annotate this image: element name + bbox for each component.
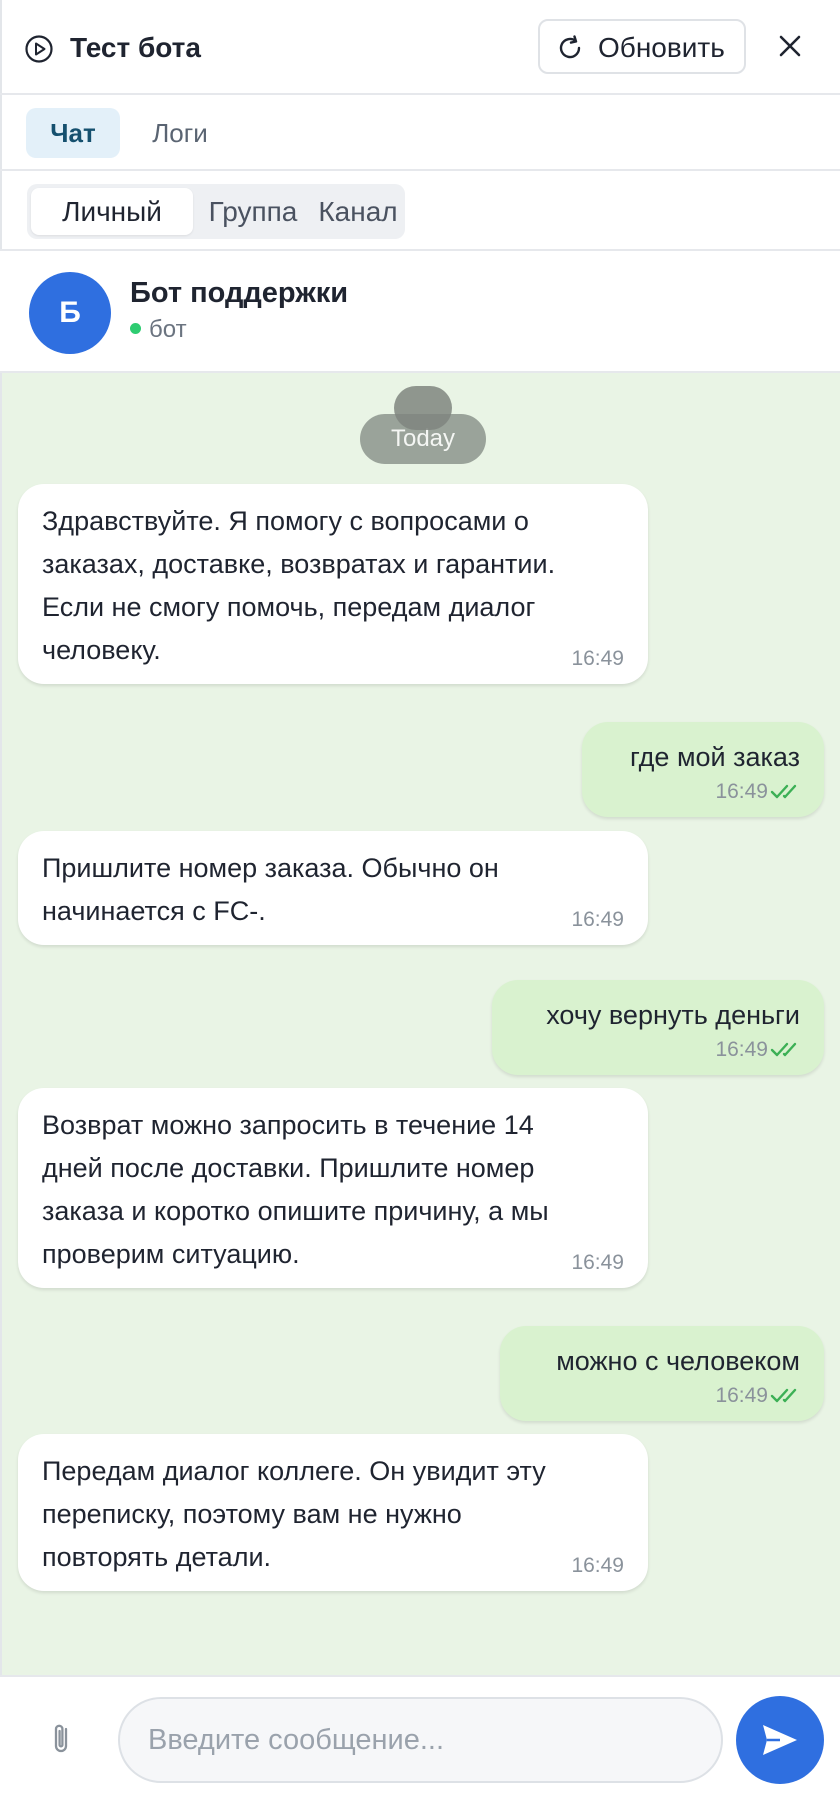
message-time: 16:49: [715, 1384, 768, 1407]
message-text: где мой заказ: [630, 742, 800, 772]
online-status-dot: [130, 323, 141, 334]
chat-type-bar: Личный Группа Канал: [0, 171, 840, 251]
chat-type-segmented-control: Личный Группа Канал: [27, 184, 405, 239]
send-icon: [763, 1725, 797, 1755]
message-incoming: Здравствуйте. Я помогу с вопросами о зак…: [18, 484, 648, 684]
refresh-button-label: Обновить: [598, 32, 725, 63]
contact-name: Бот поддержки: [130, 277, 349, 309]
double-check-icon: [770, 784, 797, 799]
refresh-icon: [559, 35, 581, 59]
paperclip-icon[interactable]: [46, 1721, 78, 1757]
tab-logs[interactable]: Логи: [138, 108, 222, 158]
message-time: 16:49: [715, 780, 768, 803]
double-check-icon: [770, 1388, 797, 1403]
message-incoming: Пришлите номер заказа. Обычно он начинае…: [18, 831, 648, 945]
segment-group[interactable]: Группа: [197, 188, 309, 235]
double-check-icon: [770, 1042, 797, 1057]
message-text: хочу вернуть деньги: [546, 1000, 800, 1030]
message-input[interactable]: [118, 1697, 723, 1783]
message-text: Пришлите номер заказа. Обычно он начинае…: [42, 853, 499, 926]
message-outgoing: можно с человеком 16:49: [500, 1326, 824, 1421]
avatar: Б: [29, 272, 111, 354]
message-outgoing: где мой заказ 16:49: [582, 722, 824, 817]
send-button[interactable]: [736, 1696, 824, 1784]
message-text: Здравствуйте. Я помогу с вопросами о зак…: [42, 506, 556, 665]
message-time: 16:49: [571, 647, 624, 670]
message-incoming: Возврат можно запросить в течение 14 дне…: [18, 1088, 648, 1288]
close-icon[interactable]: [774, 30, 806, 62]
message-time: 16:49: [571, 1251, 624, 1274]
date-separator-overlay: [394, 386, 452, 430]
play-circle-icon: [25, 35, 53, 63]
message-text: Возврат можно запросить в течение 14 дне…: [42, 1110, 549, 1269]
tab-chat[interactable]: Чат: [26, 108, 120, 158]
view-tabs: Чат Логи: [0, 95, 840, 171]
message-time: 16:49: [571, 908, 624, 931]
panel-title: Тест бота: [70, 32, 201, 63]
refresh-button[interactable]: Обновить: [538, 19, 746, 74]
message-composer: [0, 1675, 840, 1798]
chat-contact-header: Б Бот поддержки бот: [0, 251, 840, 373]
message-text: можно с человеком: [556, 1346, 800, 1376]
segment-channel[interactable]: Канал: [313, 188, 403, 235]
contact-status: бот: [130, 315, 187, 345]
message-outgoing: хочу вернуть деньги 16:49: [492, 980, 824, 1075]
chat-messages-area[interactable]: Today Здравствуйте. Я помогу с вопросами…: [2, 373, 840, 1675]
bot-test-panel: Тест бота Обновить Чат Логи Личный Групп…: [0, 0, 840, 1798]
message-incoming: Передам диалог коллеге. Он увидит эту пе…: [18, 1434, 648, 1591]
message-text: Передам диалог коллеге. Он увидит эту пе…: [42, 1456, 546, 1572]
message-time: 16:49: [571, 1554, 624, 1577]
message-time: 16:49: [715, 1038, 768, 1061]
header: Тест бота Обновить: [0, 0, 840, 95]
contact-status-text: бот: [149, 316, 187, 343]
segment-personal[interactable]: Личный: [31, 188, 193, 235]
